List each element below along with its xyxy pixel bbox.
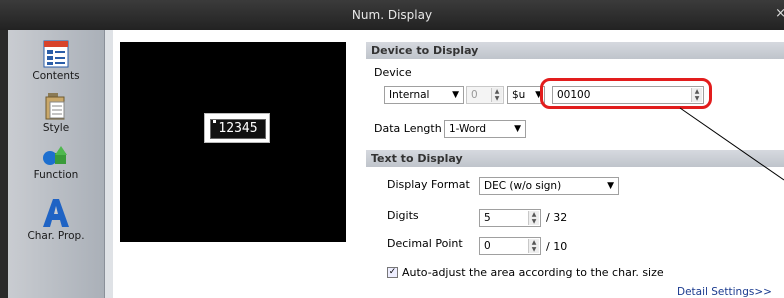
callout-line <box>679 107 784 181</box>
